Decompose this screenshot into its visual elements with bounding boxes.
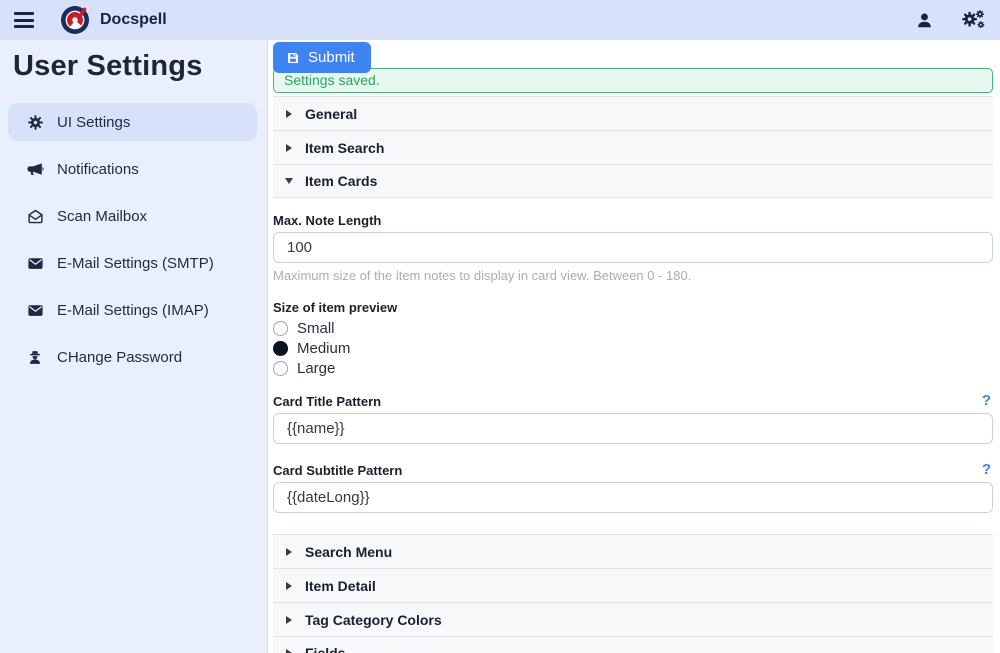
sidebar-item-label: E-Mail Settings (SMTP)	[57, 255, 214, 272]
card-title-pattern-label: Card Title Pattern	[273, 394, 381, 409]
accordion-section-item-search[interactable]: Item Search	[273, 130, 993, 164]
sidebar-item-ui-settings[interactable]: UI Settings	[8, 103, 257, 141]
caret-icon	[283, 582, 295, 590]
bullhorn-icon	[26, 160, 44, 178]
radio-icon	[273, 361, 288, 376]
sidebar-item-email-smtp[interactable]: E-Mail Settings (SMTP)	[8, 244, 257, 282]
radio-option-small[interactable]: Small	[273, 318, 993, 338]
caret-icon	[283, 144, 295, 152]
sidebar-item-label: Scan Mailbox	[57, 208, 147, 225]
radio-option-medium[interactable]: Medium	[273, 338, 993, 358]
radio-option-large[interactable]: Large	[273, 358, 993, 378]
sidebar-item-label: E-Mail Settings (IMAP)	[57, 302, 209, 319]
envelope-icon	[26, 301, 44, 319]
sidebar-item-label: Notifications	[57, 161, 139, 178]
submit-button[interactable]: Submit	[273, 42, 371, 73]
user-secret-icon	[26, 348, 44, 366]
item-cards-panel: Max. Note Length Maximum size of the ite…	[273, 213, 993, 513]
alert-message: Settings saved.	[284, 72, 380, 88]
sidebar-item-label: UI Settings	[57, 114, 130, 131]
settings-sidebar: User Settings UI Settings	[0, 40, 268, 653]
accordion-section-fields[interactable]: Fields	[273, 636, 993, 653]
brand-name: Docspell	[100, 11, 167, 29]
radio-icon	[273, 341, 288, 356]
card-title-pattern-input[interactable]	[273, 413, 993, 444]
settings-content: Submit Settings saved. General Item Sear…	[268, 40, 1000, 653]
gear-icon	[26, 113, 44, 131]
preview-size-radio-group: Small Medium Large	[273, 318, 993, 378]
help-icon[interactable]: ?	[982, 394, 993, 408]
envelope-icon	[26, 254, 44, 272]
sidebar-item-scan-mailbox[interactable]: Scan Mailbox	[8, 197, 257, 235]
radio-icon	[273, 321, 288, 336]
user-account-icon[interactable]	[915, 11, 934, 30]
page-title: User Settings	[13, 50, 267, 83]
caret-icon	[283, 616, 295, 624]
submit-button-label: Submit	[308, 49, 355, 66]
accordion-section-item-detail[interactable]: Item Detail	[273, 568, 993, 602]
settings-accordion-top: General Item Search Item Cards	[273, 96, 993, 198]
note-length-help-text: Maximum size of the item notes to displa…	[273, 268, 993, 283]
sidebar-item-email-imap[interactable]: E-Mail Settings (IMAP)	[8, 291, 257, 329]
card-subtitle-pattern-input[interactable]	[273, 482, 993, 513]
accordion-section-tag-category-colors[interactable]: Tag Category Colors	[273, 602, 993, 636]
caret-icon	[283, 178, 295, 184]
success-alert: Settings saved.	[273, 68, 993, 93]
caret-icon	[283, 110, 295, 118]
settings-accordion-bottom: Search Menu Item Detail Tag Category Col…	[273, 534, 993, 653]
accordion-section-item-cards[interactable]: Item Cards	[273, 164, 993, 198]
help-icon[interactable]: ?	[982, 463, 993, 477]
envelope-open-icon	[26, 207, 44, 225]
brand[interactable]: Docspell	[60, 5, 167, 35]
sidebar-item-label: CHange Password	[57, 349, 182, 366]
settings-menu: UI Settings Notifications	[0, 103, 267, 376]
note-length-label: Max. Note Length	[273, 213, 993, 228]
gears-settings-icon[interactable]	[960, 9, 986, 31]
top-navbar: Docspell	[0, 0, 1000, 40]
save-icon	[286, 51, 300, 65]
accordion-section-search-menu[interactable]: Search Menu	[273, 534, 993, 568]
card-subtitle-pattern-label: Card Subtitle Pattern	[273, 463, 402, 478]
accordion-section-general[interactable]: General	[273, 96, 993, 130]
docspell-logo-icon	[60, 5, 90, 35]
preview-size-label: Size of item preview	[273, 300, 993, 315]
note-length-input[interactable]	[273, 232, 993, 263]
hamburger-menu-icon[interactable]	[14, 12, 34, 28]
sidebar-item-notifications[interactable]: Notifications	[8, 150, 257, 188]
caret-icon	[283, 548, 295, 556]
caret-icon	[283, 649, 295, 653]
sidebar-item-change-password[interactable]: CHange Password	[8, 338, 257, 376]
